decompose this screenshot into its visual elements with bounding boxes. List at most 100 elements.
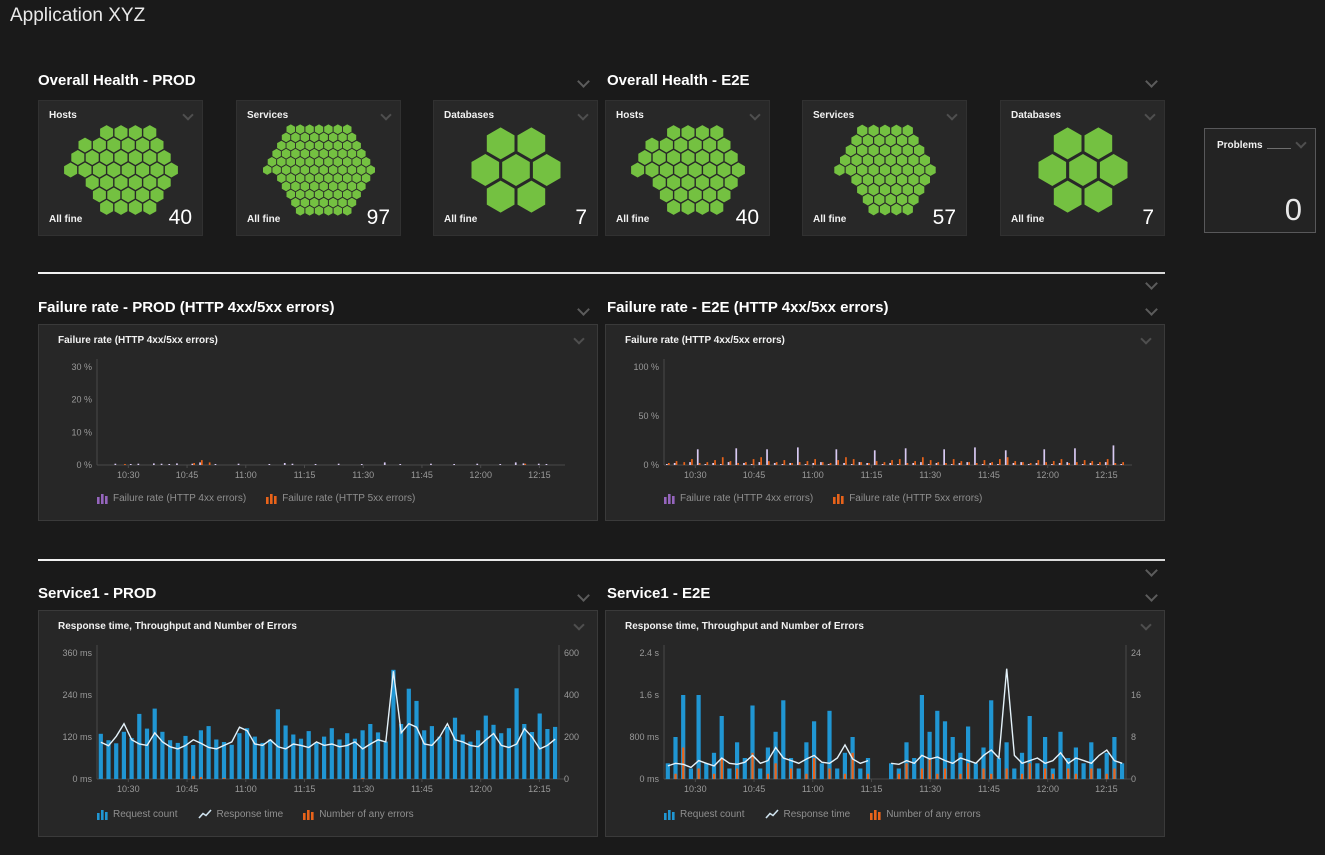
chevron-down-icon[interactable] [749, 109, 760, 120]
svg-text:12:00: 12:00 [1036, 470, 1059, 480]
svg-text:10:30: 10:30 [117, 470, 140, 480]
svg-text:11:15: 11:15 [294, 784, 316, 794]
legend-item[interactable]: Request count [664, 809, 745, 820]
health-tile-services-e2e[interactable]: Services All fine 57 [802, 100, 967, 236]
svg-text:11:30: 11:30 [352, 784, 374, 794]
svg-text:0: 0 [1131, 774, 1136, 784]
svg-text:30 %: 30 % [71, 362, 92, 372]
svg-text:10 %: 10 % [71, 427, 92, 437]
chevron-down-icon[interactable] [1145, 277, 1158, 290]
honeycomb-chart [244, 123, 394, 217]
chevron-down-icon[interactable] [1145, 75, 1158, 88]
section-header-failure-prod: Failure rate - PROD (HTTP 4xx/5xx errors… [38, 299, 335, 316]
svg-text:12:15: 12:15 [528, 784, 551, 794]
chart-legend: Failure rate (HTTP 4xx errors) Failure ra… [664, 491, 1002, 509]
chevron-down-icon[interactable] [182, 109, 193, 120]
entity-count: 40 [169, 206, 192, 230]
chart-plot-area[interactable]: 100 %50 %0 %10:3010:4511:0011:1511:3011:… [606, 353, 1164, 496]
svg-text:11:00: 11:00 [802, 784, 824, 794]
honeycomb [1001, 123, 1164, 222]
legend-item[interactable]: Number of any errors [870, 809, 980, 820]
chart-legend: Request count Response time Number of any … [664, 807, 1001, 825]
svg-text:120 ms: 120 ms [62, 732, 92, 742]
tile-title: Services [247, 110, 288, 121]
svg-text:12:15: 12:15 [528, 470, 551, 480]
service-chart-e2e[interactable]: Response time, Throughput and Number of … [605, 610, 1165, 837]
svg-text:10:45: 10:45 [176, 470, 199, 480]
legend-item[interactable]: Failure rate (HTTP 5xx errors) [266, 493, 415, 504]
entity-count: 7 [575, 206, 587, 230]
legend-item[interactable]: Request count [97, 809, 178, 820]
status-label: All fine [616, 214, 649, 225]
svg-text:240 ms: 240 ms [62, 690, 92, 700]
svg-text:0 %: 0 % [643, 460, 659, 470]
chevron-down-icon[interactable] [1145, 303, 1158, 316]
honeycomb-chart [46, 123, 196, 217]
service-chart-prod[interactable]: Response time, Throughput and Number of … [38, 610, 598, 837]
line-icon [765, 809, 779, 820]
health-tile-hosts-e2e[interactable]: Hosts All fine 40 [605, 100, 770, 236]
chevron-down-icon[interactable] [380, 109, 391, 120]
section-header-health-prod: Overall Health - PROD [38, 72, 196, 89]
chart-plot-area[interactable]: 360 ms240 ms120 ms0 ms600400200010:3010:… [39, 639, 597, 814]
bars-icon [266, 493, 277, 504]
chart-title: Response time, Throughput and Number of … [625, 621, 864, 632]
legend-item[interactable]: Response time [765, 809, 851, 820]
health-tile-services-prod[interactable]: Services All fine 97 [236, 100, 401, 236]
chart-plot-area[interactable]: 30 %20 %10 %0 %10:3010:4511:0011:1511:30… [39, 353, 597, 496]
section-header-failure-e2e: Failure rate - E2E (HTTP 4xx/5xx errors) [607, 299, 889, 316]
problems-tile[interactable]: Problems 0 [1204, 128, 1316, 233]
chevron-down-icon[interactable] [577, 75, 590, 88]
legend-item[interactable]: Response time [198, 809, 284, 820]
svg-text:11:30: 11:30 [919, 470, 941, 480]
status-label: All fine [247, 214, 280, 225]
svg-text:8: 8 [1131, 732, 1136, 742]
tile-title: Services [813, 110, 854, 121]
legend-item[interactable]: Failure rate (HTTP 4xx errors) [664, 493, 813, 504]
dashboard: Application XYZ Overall Health - PROD Ov… [0, 0, 1325, 855]
bars-icon [664, 493, 675, 504]
svg-text:11:00: 11:00 [235, 784, 257, 794]
chevron-down-icon[interactable] [946, 109, 957, 120]
problems-count: 0 [1285, 192, 1302, 228]
legend-item[interactable]: Failure rate (HTTP 5xx errors) [833, 493, 982, 504]
chevron-down-icon[interactable] [1140, 619, 1151, 630]
section-divider [38, 559, 1165, 561]
chevron-down-icon[interactable] [1144, 109, 1155, 120]
health-tile-databases-e2e[interactable]: Databases All fine 7 [1000, 100, 1165, 236]
failure-rate-chart-prod[interactable]: Failure rate (HTTP 4xx/5xx errors) 30 %2… [38, 324, 598, 521]
health-tile-hosts-prod[interactable]: Hosts All fine 40 [38, 100, 203, 236]
entity-count: 97 [367, 206, 390, 230]
chart-legend: Request count Response time Number of any … [97, 807, 434, 825]
svg-text:20 %: 20 % [71, 395, 92, 405]
chart-legend: Failure rate (HTTP 4xx errors) Failure ra… [97, 491, 435, 509]
health-tile-databases-prod[interactable]: Databases All fine 7 [433, 100, 598, 236]
bars-icon [97, 493, 108, 504]
chart-title: Failure rate (HTTP 4xx/5xx errors) [625, 335, 785, 346]
bars-icon [97, 809, 108, 820]
svg-text:11:15: 11:15 [294, 470, 316, 480]
chevron-down-icon[interactable] [1295, 137, 1306, 148]
legend-item[interactable]: Number of any errors [303, 809, 413, 820]
timeseries-chart[interactable]: 2.4 s1.6 s800 ms0 ms24168010:3010:4511:0… [606, 639, 1164, 809]
chevron-down-icon[interactable] [1145, 564, 1158, 577]
chevron-down-icon[interactable] [577, 589, 590, 602]
svg-text:1.6 s: 1.6 s [639, 690, 659, 700]
chevron-down-icon[interactable] [577, 109, 588, 120]
chevron-down-icon[interactable] [577, 303, 590, 316]
chevron-down-icon[interactable] [1145, 589, 1158, 602]
svg-text:0 %: 0 % [76, 460, 92, 470]
timeseries-chart[interactable]: 30 %20 %10 %0 %10:3010:4511:0011:1511:30… [39, 353, 597, 491]
chevron-down-icon[interactable] [573, 333, 584, 344]
legend-item[interactable]: Failure rate (HTTP 4xx errors) [97, 493, 246, 504]
honeycomb-chart [1008, 123, 1158, 217]
failure-rate-chart-e2e[interactable]: Failure rate (HTTP 4xx/5xx errors) 100 %… [605, 324, 1165, 521]
bars-icon [833, 493, 844, 504]
timeseries-chart[interactable]: 360 ms240 ms120 ms0 ms600400200010:3010:… [39, 639, 597, 809]
svg-text:0 ms: 0 ms [639, 774, 659, 784]
tile-title: Problems [1217, 140, 1263, 151]
chart-plot-area[interactable]: 2.4 s1.6 s800 ms0 ms24168010:3010:4511:0… [606, 639, 1164, 814]
chevron-down-icon[interactable] [573, 619, 584, 630]
chevron-down-icon[interactable] [1140, 333, 1151, 344]
timeseries-chart[interactable]: 100 %50 %0 %10:3010:4511:0011:1511:3011:… [606, 353, 1164, 491]
